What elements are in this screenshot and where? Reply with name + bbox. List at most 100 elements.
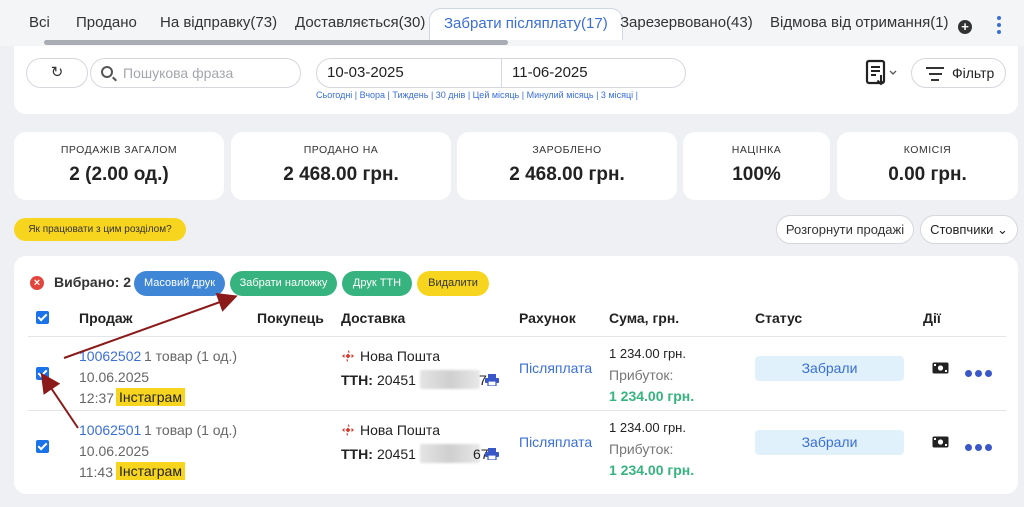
profit-value: 1 234.00 грн. — [609, 388, 695, 404]
order-goods: 1 товар (1 од.) — [144, 348, 237, 364]
order-sum: 1 234.00 грн. — [609, 420, 686, 435]
date-to-input[interactable]: 11-06-2025 — [512, 59, 588, 87]
tab-bar: Всі Продано На відправку(73) Доставляєть… — [0, 0, 1024, 46]
stat-card-earned: ЗАРОБЛЕНО 2 468.00 грн. — [457, 132, 677, 200]
row-checkbox[interactable] — [36, 440, 49, 453]
table-row: 10062502 1 товар (1 од.) 10.06.2025 12:3… — [14, 338, 1018, 412]
delete-button[interactable]: Видалити — [417, 271, 489, 296]
print-icon[interactable] — [485, 374, 499, 386]
status-badge[interactable]: Забрали — [755, 356, 904, 381]
stat-value: 0.00 грн. — [888, 164, 967, 185]
ttn-label: ТТН: — [341, 446, 373, 462]
stat-caption: КОМІСІЯ — [903, 144, 952, 156]
invoice-link[interactable]: Післяплата — [519, 360, 592, 376]
status-badge[interactable]: Забрали — [755, 430, 904, 455]
mass-print-button[interactable]: Масовий друк — [134, 271, 225, 296]
ttn-redacted — [420, 370, 480, 389]
refresh-button[interactable]: ↻ — [26, 58, 88, 88]
stat-caption: ПРОДАЖІВ ЗАГАЛОМ — [60, 144, 178, 156]
cash-icon[interactable] — [932, 436, 949, 448]
stat-value: 2 468.00 грн. — [509, 164, 625, 185]
nova-poshta-icon — [342, 424, 354, 436]
order-id-link[interactable]: 10062501 — [79, 422, 141, 438]
stat-value: 2 468.00 грн. — [283, 164, 399, 185]
nova-poshta-icon — [342, 350, 354, 362]
tab-all[interactable]: Всі — [29, 8, 50, 40]
tab-sold[interactable]: Продано — [76, 8, 137, 40]
stat-value: 100% — [732, 164, 781, 185]
column-header-delivery: Доставка — [341, 310, 406, 326]
filter-button[interactable]: Фільтр — [911, 58, 1006, 88]
tab-in-delivery[interactable]: Доставляється(30) — [295, 8, 425, 40]
refresh-icon: ↻ — [50, 64, 64, 81]
export-document-icon[interactable] — [864, 58, 900, 88]
order-source-badge: Інстаграм — [116, 388, 185, 406]
tab-collect-cod[interactable]: Забрати післяплату(17) — [429, 8, 623, 40]
order-id-link[interactable]: 10062502 — [79, 348, 141, 364]
ttn-redacted — [420, 444, 480, 463]
search-input[interactable] — [123, 63, 293, 83]
carrier-name: Нова Пошта — [360, 348, 440, 364]
date-range: 10-03-2025 11-06-2025 — [316, 58, 686, 88]
column-header-invoice: Рахунок — [519, 310, 576, 326]
column-header-sale: Продаж — [79, 310, 133, 326]
invoice-link[interactable]: Післяплата — [519, 434, 592, 450]
search-icon — [101, 66, 113, 78]
order-date: 10.06.2025 — [79, 369, 150, 385]
carrier-name: Нова Пошта — [360, 422, 440, 438]
order-goods: 1 товар (1 од.) — [144, 422, 237, 438]
profit-label: Прибуток: — [609, 367, 674, 383]
filter-button-label: Фільтр — [952, 65, 995, 81]
column-header-status: Статус — [755, 310, 803, 326]
date-separator — [501, 59, 502, 87]
profit-value: 1 234.00 грн. — [609, 462, 695, 478]
columns-button[interactable]: Стовпчики ⌄ — [920, 215, 1018, 244]
more-vertical-icon[interactable] — [996, 16, 1002, 38]
ttn-label: ТТН: — [341, 372, 373, 388]
stat-card-sold-for: ПРОДАНО НА 2 468.00 грн. — [231, 132, 451, 200]
ttn-prefix: 20451 — [377, 372, 416, 388]
stat-card-total-sales: ПРОДАЖІВ ЗАГАЛОМ 2 (2.00 од.) — [14, 132, 224, 200]
print-ttn-button[interactable]: Друк ТТН — [342, 271, 412, 296]
order-date: 10.06.2025 — [79, 443, 150, 459]
table-row: 10062501 1 товар (1 од.) 10.06.2025 11:4… — [14, 412, 1018, 486]
tab-refused[interactable]: Відмова від отримання(1) — [770, 8, 949, 40]
quick-date-links[interactable]: Сьогодні | Вчора | Тиждень | 30 днів | Ц… — [316, 90, 638, 100]
date-from-input[interactable]: 10-03-2025 — [327, 59, 404, 87]
order-time: 12:37 — [79, 390, 115, 406]
profit-label: Прибуток: — [609, 441, 674, 457]
column-header-sum: Сума, грн. — [609, 310, 680, 326]
expand-sales-button[interactable]: Розгорнути продажі — [776, 215, 914, 244]
row-checkbox[interactable] — [36, 367, 49, 380]
cash-icon[interactable] — [932, 362, 949, 374]
plus-icon[interactable]: + — [958, 20, 972, 34]
orders-panel: × Вибрано: 2 Масовий друк Забрати наложк… — [14, 256, 1018, 494]
print-icon[interactable] — [485, 448, 499, 460]
collect-cod-button[interactable]: Забрати наложку — [230, 271, 337, 296]
more-actions-icon[interactable] — [965, 364, 995, 377]
clear-selection-icon[interactable]: × — [30, 276, 44, 290]
selected-count: Вибрано: 2 — [54, 274, 132, 290]
stat-value: 2 (2.00 од.) — [69, 164, 169, 185]
select-all-checkbox[interactable] — [36, 311, 49, 324]
filter-icon — [926, 67, 944, 81]
column-header-buyer: Покупець — [257, 310, 324, 326]
order-sum: 1 234.00 грн. — [609, 346, 686, 361]
search-field[interactable] — [90, 58, 301, 88]
row-divider — [28, 410, 1006, 411]
order-source-badge: Інстаграм — [116, 462, 185, 480]
order-time: 11:43 — [79, 464, 113, 480]
filter-panel: ↻ 10-03-2025 11-06-2025 Сьогодні | Вчора… — [14, 46, 1018, 114]
stat-card-markup: НАЦІНКА 100% — [683, 132, 830, 200]
more-actions-icon[interactable] — [965, 438, 995, 451]
tab-reserved[interactable]: Зарезервовано(43) — [620, 8, 753, 40]
stat-card-commission: КОМІСІЯ 0.00 грн. — [837, 132, 1018, 200]
tab-to-ship[interactable]: На відправку(73) — [160, 8, 277, 40]
column-header-actions: Дії — [923, 310, 941, 326]
ttn-prefix: 20451 — [377, 446, 416, 462]
tabs-scrollbar[interactable] — [44, 40, 508, 45]
stat-caption: ЗАРОБЛЕНО — [532, 144, 602, 156]
header-divider — [28, 336, 1006, 337]
stat-caption: ПРОДАНО НА — [303, 144, 379, 156]
help-button[interactable]: Як працювати з цим розділом? — [14, 218, 186, 241]
